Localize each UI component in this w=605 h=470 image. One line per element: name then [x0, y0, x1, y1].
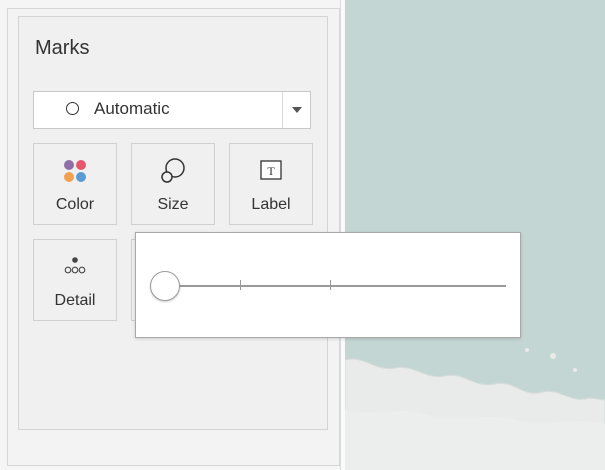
slider-tick: [330, 280, 331, 290]
circle-icon: [66, 102, 79, 115]
marks-card: Marks Automatic Color Size T Label Detai…: [18, 16, 328, 430]
app-window: Marks Automatic Color Size T Label Detai…: [0, 0, 605, 470]
chevron-down-icon[interactable]: [292, 107, 302, 113]
size-slider-track[interactable]: [166, 285, 506, 287]
detail-button-label: Detail: [54, 292, 96, 309]
size-button-label: Size: [157, 196, 189, 213]
label-button[interactable]: T Label: [229, 143, 313, 225]
size-slider-thumb[interactable]: [150, 271, 180, 301]
label-button-label: Label: [251, 196, 291, 213]
detail-button[interactable]: Detail: [33, 239, 117, 321]
slider-tick: [240, 280, 241, 290]
color-button-label: Color: [55, 196, 95, 213]
marks-card-title: Marks: [35, 37, 90, 59]
dropdown-separator: [282, 92, 283, 128]
size-button[interactable]: Size: [131, 143, 215, 225]
color-dots-icon: [60, 156, 90, 191]
mark-type-label: Automatic: [94, 99, 170, 118]
detail-dots-icon: [60, 252, 90, 287]
size-slider-popup: [135, 232, 521, 338]
size-shapes-icon: [158, 156, 188, 191]
label-text-icon: T: [256, 156, 286, 191]
color-button[interactable]: Color: [33, 143, 117, 225]
mark-type-dropdown[interactable]: Automatic: [33, 91, 311, 129]
svg-text:T: T: [267, 164, 275, 178]
